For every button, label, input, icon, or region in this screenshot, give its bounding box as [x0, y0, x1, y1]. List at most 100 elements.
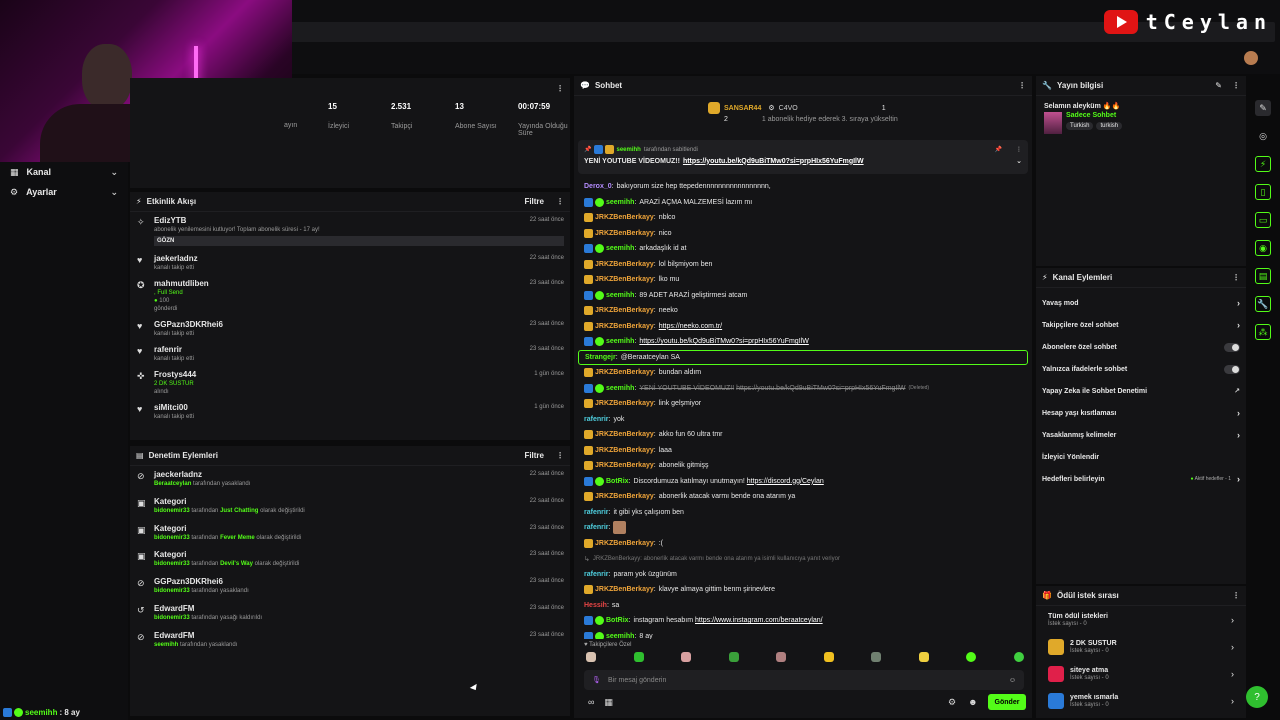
moderation-target[interactable]: EdwardFM — [154, 631, 564, 640]
activity-username[interactable]: Frostys444 — [154, 370, 564, 379]
chat-username[interactable]: rafenrir — [584, 416, 609, 423]
sidebar-item-kanal[interactable]: ▦ Kanal ⌄ — [0, 162, 128, 182]
sidebar-item-ayarlar[interactable]: ⚙ Ayarlar ⌄ — [0, 182, 128, 202]
chat-bubble-icon[interactable]: ▭ — [1255, 212, 1271, 228]
bolt-icon[interactable]: ⚡ — [1255, 156, 1271, 172]
moderation-target[interactable]: Kategori — [154, 524, 564, 533]
chat-username[interactable]: seemihh — [606, 633, 634, 639]
activity-username[interactable]: rafenrir — [154, 345, 564, 354]
moderation-target[interactable]: jaeckerladnz — [154, 470, 564, 479]
chat-username[interactable]: JRKZBenBerkayy — [595, 462, 654, 469]
moderator-name[interactable]: bidonemir33 — [154, 561, 190, 567]
chat-username[interactable]: rafenrir — [584, 509, 609, 516]
channel-action-item[interactable]: Yalnızca ifadelerle sohbet — [1036, 358, 1246, 380]
reward-item[interactable]: Tüm ödül istekleri İstek sayısı - 0 › — [1036, 606, 1246, 633]
channel-action-item[interactable]: Hedefleri belirleyin ● Aktif hedefler - 1… — [1036, 468, 1246, 490]
chat-username[interactable]: JRKZBenBerkayy — [595, 307, 654, 314]
chat-username[interactable]: rafenrir — [584, 524, 609, 531]
chat-username[interactable]: JRKZBenBerkayy — [595, 261, 654, 268]
moderator-name[interactable]: bidonemir33 — [154, 588, 190, 594]
chat-username[interactable]: seemihh — [606, 292, 634, 299]
emote-icon[interactable] — [966, 652, 977, 662]
target-icon[interactable]: ◎ — [1255, 128, 1271, 144]
channel-action-item[interactable]: Yapay Zeka ile Sohbet Denetimi ↗ — [1036, 380, 1246, 402]
moderation-target[interactable]: GGPazn3DKRhei6 — [154, 577, 564, 586]
chat-username[interactable]: seemihh — [606, 199, 634, 206]
moderator-name[interactable]: bidonemir33 — [154, 615, 190, 621]
reward-item[interactable]: yemek ısmarla İstek sayısı - 0 › — [1036, 687, 1246, 714]
activity-username[interactable]: siMitci00 — [154, 403, 564, 412]
toggle-switch[interactable] — [1224, 342, 1240, 352]
category-thumbnail[interactable] — [1044, 112, 1062, 134]
channel-action-item[interactable]: Hesap yaşı kısıtlaması › — [1036, 402, 1246, 424]
more-icon[interactable]: ⋮ — [1232, 81, 1240, 90]
channel-action-item[interactable]: Yavaş mod › — [1036, 292, 1246, 314]
emote-icon[interactable] — [1013, 652, 1024, 662]
activity-username[interactable]: GGPazn3DKRhei6 — [154, 320, 564, 329]
chat-username[interactable]: JRKZBenBerkayy — [595, 447, 654, 454]
calendar-icon[interactable]: ▦ — [604, 697, 613, 708]
stream-tag[interactable]: turkish — [1096, 122, 1123, 130]
activity-username[interactable]: EdizYTB — [154, 216, 564, 225]
chat-link[interactable]: https://www.instagram.com/beraatceylan/ — [695, 617, 823, 624]
moderator-name[interactable]: bidonemir33 — [154, 535, 190, 541]
stream-tag[interactable]: Turkish — [1066, 122, 1094, 130]
chat-link[interactable]: https://discord.gg/Ceylan — [747, 478, 824, 485]
layout-icon[interactable]: ▤ — [1255, 268, 1271, 284]
emote-icon[interactable] — [823, 652, 834, 662]
chat-username[interactable]: Hessih — [584, 602, 607, 609]
more-icon[interactable]: ⋮ — [556, 451, 564, 460]
chat-input[interactable]: 🎙 Bir mesaj gönderin ☺ — [584, 670, 1024, 690]
chat-username[interactable]: JRKZBenBerkayy — [595, 369, 654, 376]
more-icon[interactable]: ⋮ — [1018, 81, 1026, 90]
gear-icon[interactable]: ⚙ — [948, 697, 956, 708]
filter-button[interactable]: Filtre — [524, 197, 544, 206]
moderation-target[interactable]: EdwardFM — [154, 604, 564, 613]
emote-icon[interactable] — [871, 652, 882, 662]
moderator-name[interactable]: seemihh — [154, 642, 178, 648]
chevron-down-icon[interactable]: ⌄ — [1016, 157, 1022, 165]
channel-action-item[interactable]: Abonelere özel sohbet — [1036, 336, 1246, 358]
reward-item[interactable]: siteye atma İstek sayısı - 0 › — [1036, 660, 1246, 687]
pen-icon[interactable]: ✎ — [1255, 100, 1271, 116]
chat-username[interactable]: rafenrir — [584, 571, 609, 578]
broadcast-icon[interactable]: ◉ — [1255, 240, 1271, 256]
more-icon[interactable]: ⋮ — [1232, 273, 1240, 282]
chat-username[interactable]: JRKZBenBerkayy — [595, 230, 654, 237]
help-button[interactable]: ? — [1246, 686, 1268, 708]
chat-username[interactable]: seemihh — [606, 385, 634, 392]
filter-button[interactable]: Filtre — [524, 451, 544, 460]
channel-action-item[interactable]: Takipçilere özel sohbet › — [1036, 314, 1246, 336]
moderator-name[interactable]: bidonemir33 — [154, 508, 190, 514]
moderator-name[interactable]: Beraatceylan — [154, 481, 191, 487]
user-avatar[interactable] — [1244, 51, 1258, 65]
more-icon[interactable]: ⋮ — [556, 197, 564, 206]
emote-icon[interactable] — [918, 652, 929, 662]
more-icon[interactable]: ⋮ — [1232, 591, 1240, 600]
moderation-target[interactable]: Kategori — [154, 550, 564, 559]
chat-username[interactable]: Derox_0 — [584, 183, 612, 190]
toggle-switch[interactable] — [1224, 364, 1240, 374]
chat-username[interactable]: seemihh — [606, 245, 634, 252]
chat-username[interactable]: JRKZBenBerkayy — [595, 586, 654, 593]
chat-username[interactable]: JRKZBenBerkayy — [595, 400, 654, 407]
chat-username[interactable]: JRKZBenBerkayy — [595, 214, 654, 221]
chat-link[interactable]: https://neeko.com.tr/ — [659, 323, 722, 330]
emoji-icon[interactable]: ☺ — [1009, 677, 1016, 684]
chat-username[interactable]: JRKZBenBerkayy — [595, 431, 654, 438]
channel-action-item[interactable]: Yasaklanmış kelimeler › — [1036, 424, 1246, 446]
moderation-target[interactable]: Kategori — [154, 497, 564, 506]
chat-username[interactable]: JRKZBenBerkayy — [595, 323, 654, 330]
unpin-icon[interactable]: 📌 — [995, 146, 1002, 153]
infinity-icon[interactable]: ∞ — [588, 697, 594, 708]
emote-icon[interactable] — [776, 652, 787, 662]
channel-action-item[interactable]: İzleyici Yönlendir — [1036, 446, 1246, 468]
mic-icon[interactable]: 🎙 — [592, 676, 601, 684]
chat-username[interactable]: BotRix — [606, 617, 629, 624]
category-name[interactable]: Sadece Sohbet — [1066, 112, 1122, 119]
chat-username[interactable]: JRKZBenBerkayy — [595, 540, 654, 547]
activity-username[interactable]: mahmutdliben — [154, 279, 564, 288]
emote-picker-icon[interactable]: ☻ — [968, 697, 977, 708]
chat-username[interactable]: JRKZBenBerkayy — [595, 276, 654, 283]
chat-link[interactable]: https://youtu.be/kQd9uBiTMw0?si=prpHIx56… — [639, 338, 808, 345]
